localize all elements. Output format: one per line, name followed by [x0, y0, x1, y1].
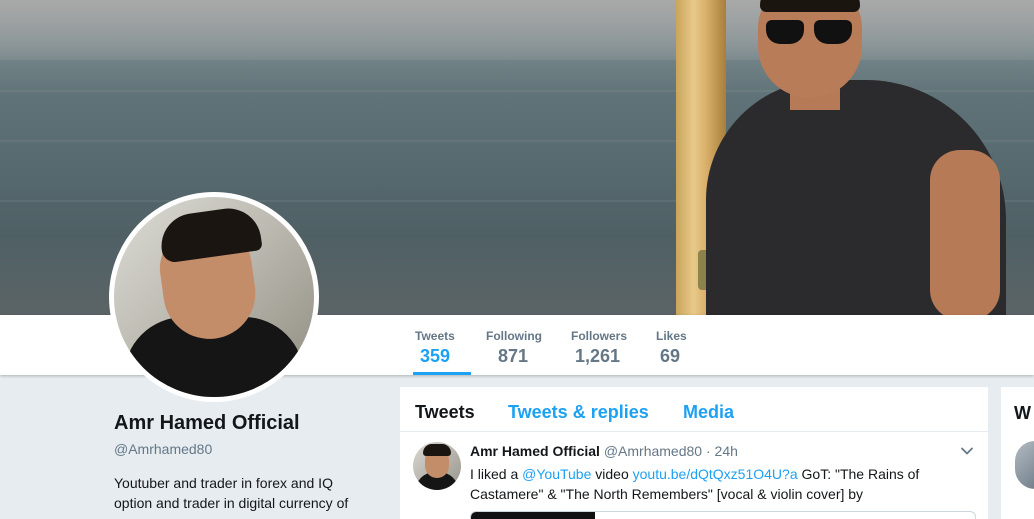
tweet-avatar[interactable]	[413, 442, 461, 490]
tweet-item[interactable]: Amr Hamed Official @Amrhamed80 · 24h I l…	[400, 432, 988, 519]
stat-tweets[interactable]: Tweets 359	[413, 315, 471, 375]
stat-value: 1,261	[575, 346, 621, 366]
stat-label: Following	[486, 329, 542, 343]
right-panel: W	[1001, 387, 1034, 519]
profile-avatar[interactable]	[109, 192, 319, 402]
tweet-text-prefix: I liked a	[470, 466, 523, 482]
tweet-separator: ·	[705, 443, 711, 459]
stat-followers[interactable]: Followers 1,261	[571, 315, 643, 375]
profile-bio: Youtuber and trader in forex and IQ opti…	[114, 475, 349, 511]
tweet-time[interactable]: 24h	[715, 443, 738, 459]
profile-handle[interactable]: @Amrhamed80	[114, 441, 374, 457]
tab-tweets[interactable]: Tweets	[415, 402, 475, 423]
stat-following[interactable]: Following 871	[486, 315, 556, 375]
profile-name[interactable]: Amr Hamed Official	[114, 412, 374, 435]
tweet-author-name[interactable]: Amr Hamed Official	[470, 443, 600, 459]
tweet-media-card[interactable]	[470, 511, 976, 519]
timeline: Tweets Tweets & replies Media Amr Hamed …	[400, 387, 988, 519]
profile-card: Amr Hamed Official @Amrhamed80 Youtuber …	[114, 412, 374, 513]
stat-value: 871	[498, 346, 529, 366]
right-panel-title: W	[1014, 403, 1031, 423]
stat-likes[interactable]: Likes 69	[656, 315, 696, 375]
tweet-text: I liked a @YouTube video youtu.be/dQtQxz…	[470, 464, 980, 504]
tweet-mention[interactable]: @YouTube	[522, 466, 591, 482]
sunglasses	[766, 20, 854, 46]
tweet-url[interactable]: youtu.be/dQtQxz51O4U?a	[633, 466, 798, 482]
timeline-tabs: Tweets Tweets & replies Media	[400, 387, 988, 432]
tweet-text-mid: video	[591, 466, 633, 482]
video-thumbnail[interactable]	[471, 512, 595, 519]
stat-label: Followers	[571, 329, 628, 343]
tweet-header: Amr Hamed Official @Amrhamed80 · 24h	[470, 443, 738, 459]
stat-label: Likes	[656, 329, 687, 343]
tab-tweets-replies[interactable]: Tweets & replies	[508, 402, 649, 423]
stat-value: 69	[660, 346, 681, 366]
suggested-user-avatar[interactable]	[1015, 441, 1034, 489]
chevron-down-icon[interactable]	[960, 444, 974, 458]
tab-media[interactable]: Media	[683, 402, 734, 423]
stat-value: 359	[420, 346, 451, 366]
tweet-author-handle[interactable]: @Amrhamed80	[604, 443, 702, 459]
stat-label: Tweets	[415, 329, 455, 343]
